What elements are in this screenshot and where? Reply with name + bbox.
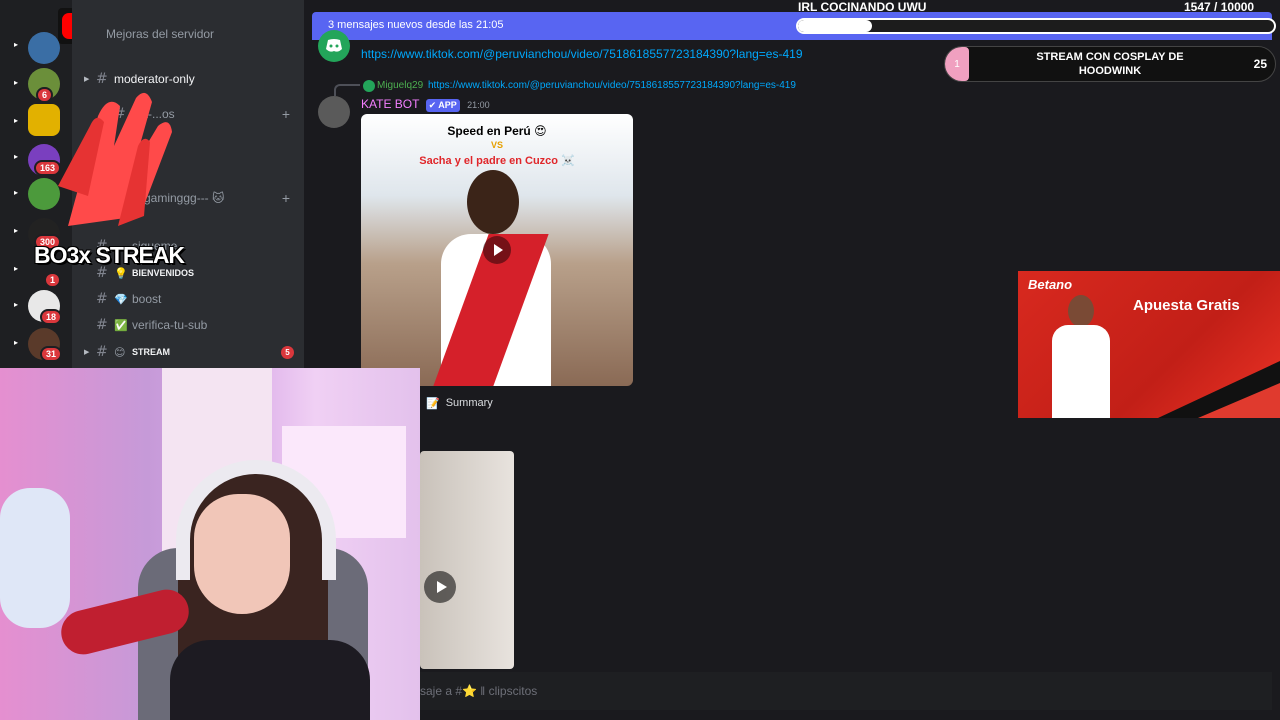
smile-icon: 😊 — [114, 345, 126, 359]
server-icon-1[interactable] — [28, 32, 60, 64]
channel-label: verifica-tu-sub — [132, 318, 208, 332]
cosplay-goal-card: 1 STREAM CON COSPLAY DE HOODWINK 25 — [944, 46, 1276, 82]
message-input[interactable]: saje a #⭐ ‖ clipscitos — [412, 672, 1272, 710]
message-timestamp: 21:00 — [467, 100, 490, 110]
channel-label: BIENVENIDOS — [132, 268, 195, 278]
server-badge: 18 — [40, 309, 63, 325]
bot-avatar[interactable] — [318, 96, 350, 128]
reply-line — [334, 84, 360, 96]
hash-icon: # — [96, 317, 108, 333]
goal-separator: / — [1210, 0, 1221, 14]
video-vs: VS — [490, 140, 503, 150]
channel-label: moderator-only — [114, 72, 195, 86]
discord-avatar[interactable] — [318, 30, 350, 62]
plushies — [0, 488, 70, 628]
betano-ad: Betano Apuesta Gratis — [1018, 271, 1280, 418]
unread-badge: 5 — [281, 345, 294, 359]
unread-pip: ▸ — [14, 338, 19, 347]
gem-icon: 💎 — [114, 292, 128, 306]
cosplay-text: STREAM CON COSPLAY DE HOODWINK — [1036, 51, 1184, 77]
unread-pip: ▸ — [14, 78, 19, 87]
server-boost-label: Mejoras del servidor — [106, 27, 215, 41]
unread-pip: ▸ — [14, 226, 19, 235]
server-badge: 1 — [44, 272, 62, 288]
goal-current: 1547 — [1184, 0, 1211, 14]
betano-stripe-graphic — [1158, 361, 1280, 418]
reply-author[interactable]: Miguelq29 — [377, 80, 423, 91]
summary-label: Summary — [445, 397, 493, 409]
channel-boost[interactable]: # 💎 boost — [84, 287, 294, 311]
discord-logo-icon — [326, 39, 342, 52]
clapping-hands-emote — [48, 86, 188, 232]
check-icon: ✅ — [114, 318, 128, 332]
add-channel-icon[interactable]: + — [282, 190, 290, 206]
channel-label: boost — [132, 292, 162, 306]
goal-progress-bar — [796, 18, 1276, 34]
hash-icon: # — [96, 291, 108, 307]
video-subtitle: Sacha y el padre en Cuzco ☠️ — [419, 155, 575, 167]
streamer-shirt — [170, 640, 370, 720]
box-streak-label: BO3x STREAK — [34, 242, 185, 268]
video-title: Speed en Perú 😍 — [447, 124, 547, 138]
video-embed[interactable]: Speed en Perú 😍 VS Sacha y el padre en C… — [361, 114, 633, 386]
goal-target: 10000 — [1220, 0, 1255, 14]
play-icon[interactable] — [483, 236, 511, 264]
unread-pip: ▸ — [14, 152, 19, 161]
channel-stream[interactable]: ▶ # 😊 STREAM 5 — [84, 340, 294, 364]
unread-pip: ▸ — [14, 300, 19, 309]
webcam-feed — [0, 368, 420, 720]
cosplay-rank: 1 — [945, 47, 969, 81]
channel-verifica[interactable]: # ✅ verifica-tu-sub — [84, 313, 294, 337]
hash-icon: # — [96, 71, 108, 87]
summary-button[interactable]: 📝 Summary — [426, 392, 493, 414]
channel-label: STREAM — [132, 347, 170, 357]
goal-title: IRL COCINANDO UWU — [798, 0, 927, 14]
server-boost-item[interactable]: Mejoras del servidor — [106, 22, 294, 46]
bot-author-line: KATE BOT ✔ APP 21:00 — [361, 97, 490, 112]
app-tag: ✔ APP — [425, 99, 460, 112]
play-icon[interactable] — [424, 571, 456, 603]
bot-name[interactable]: KATE BOT — [361, 97, 419, 111]
server-badge: 31 — [40, 346, 63, 362]
reply-link[interactable]: https://www.tiktok.com/@peruvianchou/vid… — [428, 80, 796, 91]
unread-pip: ▸ — [14, 264, 19, 273]
unread-pip: ▸ — [14, 116, 19, 125]
memo-icon: 📝 — [426, 396, 440, 410]
goal-progress-fill — [798, 20, 872, 32]
goal-count: 1547 / 10000 — [1184, 0, 1254, 14]
tiktok-link[interactable]: https://www.tiktok.com/@peruvianchou/vid… — [361, 47, 803, 61]
unread-pip: ▸ — [14, 188, 19, 197]
player-head — [467, 170, 519, 234]
collapse-arrow-icon: ▶ — [84, 76, 90, 83]
reply-avatar — [363, 80, 375, 92]
add-channel-icon[interactable]: + — [282, 106, 290, 122]
unread-pip: ▸ — [14, 40, 19, 49]
collapse-arrow-icon: ▶ — [84, 349, 90, 356]
video-thumbnail-2[interactable] — [420, 451, 514, 669]
cosplay-count: 25 — [1253, 57, 1267, 71]
stream-screen: 6 163 300 1 18 31 ▸ ▸ ▸ ▸ ▸ ▸ ▸ ▸ ▸ Mejo… — [0, 0, 1280, 720]
hash-icon: # — [96, 344, 108, 360]
